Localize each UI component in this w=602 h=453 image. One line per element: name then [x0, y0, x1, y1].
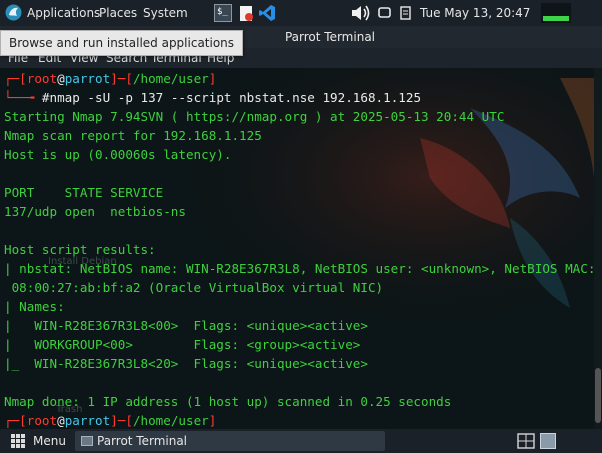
applications-tooltip: Browse and run installed applications — [0, 30, 244, 56]
prompt-line: ┌─[root@parrot]─[/home/user] — [4, 69, 216, 88]
prompt-host: parrot — [64, 71, 111, 86]
prompt-host: parrot — [64, 413, 111, 428]
command-line: └──╼ #nmap -sU -p 137 --script nbstat.ns… — [4, 88, 421, 107]
output-line: | WIN-R28E367R3L8<00> Flags: <unique><ac… — [4, 318, 368, 333]
output-line: Starting Nmap 7.94SVN ( https://nmap.org… — [4, 109, 505, 124]
output-line: Nmap scan report for 192.168.1.125 — [4, 128, 262, 143]
network-activity-bar — [543, 16, 569, 21]
output-line: 137/udp open netbios-ns — [4, 204, 186, 219]
prompt-bracket-close: ] — [208, 413, 217, 428]
terminal-launcher-icon[interactable]: $_ — [214, 4, 232, 22]
applications-menu[interactable]: Applications — [27, 0, 100, 26]
terminal-scrollbar[interactable] — [594, 68, 602, 429]
output-line: 08:00:27:ab:bf:a2 (Oracle VirtualBox vir… — [4, 280, 384, 295]
workspace-switcher-icon[interactable] — [517, 433, 535, 449]
prompt-path: /home/user — [132, 413, 209, 428]
output-line: Host script results: — [4, 242, 156, 257]
network-monitor-icon[interactable] — [541, 3, 571, 23]
prompt-at: @ — [57, 413, 65, 428]
output-line: Host is up (0.00060s latency). — [4, 147, 232, 162]
output-line: Nmap done: 1 IP address (1 host up) scan… — [4, 394, 452, 409]
top-panel: Applications Places System $_ Tue May 13… — [0, 0, 602, 26]
taskbar-item-terminal[interactable]: Parrot Terminal — [75, 431, 385, 451]
prompt-bracket: ┌─[ — [4, 71, 27, 86]
prompt-user: root — [26, 413, 58, 428]
window-title: Parrot Terminal — [284, 30, 376, 44]
output-line: PORT STATE SERVICE — [4, 185, 164, 200]
terminal-icon — [81, 436, 93, 446]
output-line: | nbstat: NetBIOS name: WIN-R28E367R3L8,… — [4, 261, 594, 276]
clipboard-icon[interactable] — [398, 5, 413, 20]
file-manager-launcher-icon[interactable] — [237, 4, 255, 22]
parrot-logo-icon[interactable] — [5, 4, 22, 21]
volume-icon[interactable] — [350, 3, 372, 23]
vscode-launcher-icon[interactable] — [258, 4, 276, 22]
prompt-line: ┌─[root@parrot]─[/home/user] — [4, 411, 216, 429]
prompt-bracket-close: ] — [208, 71, 217, 86]
prompt-at: @ — [57, 71, 65, 86]
system-menu[interactable]: System — [143, 0, 188, 26]
output-line: | Names: — [4, 299, 65, 314]
prompt-path: /home/user — [132, 71, 209, 86]
scrollbar-thumb[interactable] — [595, 368, 601, 423]
prompt-arrow: └──╼ — [4, 90, 42, 105]
menu-label: Menu — [33, 434, 66, 448]
show-desktop-icon[interactable] — [540, 433, 556, 449]
prompt-user: root — [26, 71, 58, 86]
prompt-hash: # — [41, 90, 50, 105]
places-menu[interactable]: Places — [99, 0, 137, 26]
terminal-window: Parrot Terminal File Edit View Search Te… — [0, 26, 602, 429]
window-list-icon[interactable] — [377, 5, 392, 20]
taskbar-item-label: Parrot Terminal — [97, 434, 188, 448]
grid-menu-icon — [11, 434, 25, 448]
prompt-bracket: ┌─[ — [4, 413, 27, 428]
menu-button[interactable]: Menu — [0, 429, 70, 453]
bottom-panel: Menu Parrot Terminal — [0, 429, 602, 453]
clock[interactable]: Tue May 13, 20:47 — [420, 0, 530, 26]
output-line: |_ WIN-R28E367R3L8<20> Flags: <unique><a… — [4, 356, 368, 371]
prompt-separator: ]─[ — [110, 413, 133, 428]
output-line: | WORKGROUP<00> Flags: <group><active> — [4, 337, 361, 352]
prompt-separator: ]─[ — [110, 71, 133, 86]
terminal-output[interactable]: Install Debian Trash ┌─[root@parrot]─[/h… — [0, 68, 594, 429]
command-text: nmap -sU -p 137 --script nbstat.nse 192.… — [49, 90, 422, 105]
